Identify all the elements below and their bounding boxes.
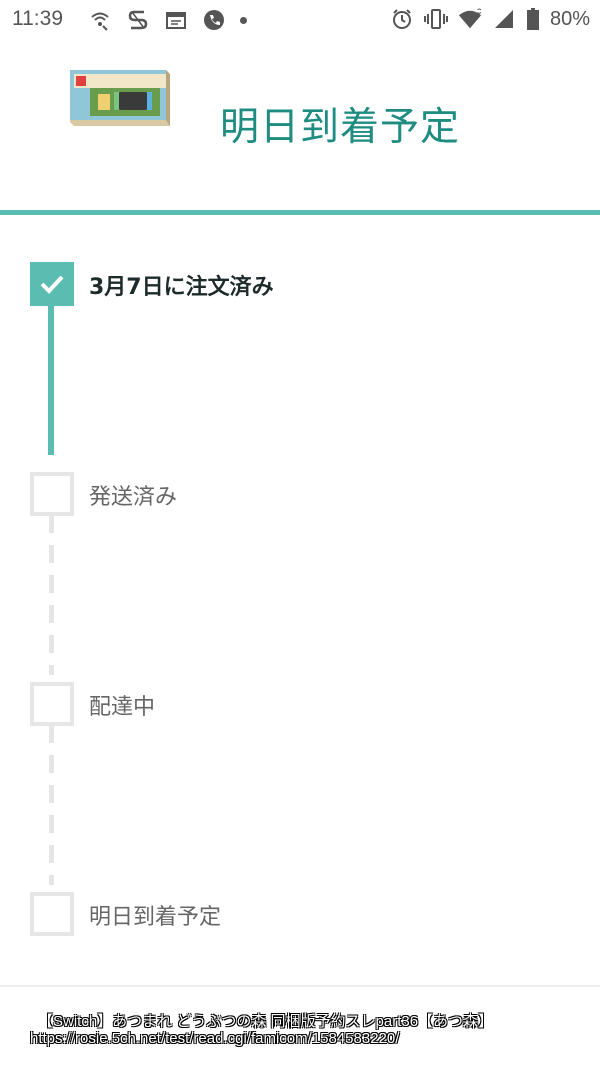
step-checkbox-checked <box>30 262 74 306</box>
delivery-estimate-title: 明日到着予定 <box>220 105 461 150</box>
step-checkbox-empty <box>30 472 74 516</box>
s-app-icon <box>126 8 150 32</box>
calendar-icon <box>164 8 188 32</box>
order-header: 明日到着予定 <box>0 42 600 210</box>
step-label: 明日到着予定 <box>89 905 222 930</box>
wifi-icon <box>458 7 482 31</box>
vibrate-icon <box>423 7 448 31</box>
status-left-icons <box>88 8 247 32</box>
notification-dot <box>240 16 247 24</box>
timeline-step-arriving: 明日到着予定 <box>30 892 590 936</box>
checkmark-icon <box>40 275 64 294</box>
timeline-step-ordered: 3月7日に注文済み <box>30 262 590 306</box>
caption-thread-title: 【Switch】あつまれ どうぶつの森 同梱版予約スレpart36【あつ森】 <box>38 1013 494 1030</box>
phone-icon <box>202 8 226 32</box>
status-right-icons: 80% <box>390 7 590 31</box>
step-label: 3月7日に注文済み <box>89 275 274 300</box>
progress-line-pending <box>49 515 54 675</box>
step-label: 発送済み <box>89 485 178 510</box>
status-bar: 11:39 80% <box>0 0 600 42</box>
step-label: 配達中 <box>89 695 156 720</box>
battery-percent: 80% <box>549 7 590 30</box>
timeline-step-shipped: 発送済み <box>30 472 590 516</box>
battery-icon <box>526 7 540 31</box>
step-checkbox-empty <box>30 682 74 726</box>
step-checkbox-empty <box>30 892 74 936</box>
progress-line-pending <box>49 725 54 885</box>
wifi-call-icon <box>88 8 112 32</box>
status-time: 11:39 <box>12 7 63 30</box>
signal-icon <box>492 7 516 31</box>
order-timeline: 3月7日に注文済み 発送済み 配達中 明日到着予定 <box>0 215 600 985</box>
product-box-image[interactable] <box>62 66 172 130</box>
footer-divider <box>0 985 600 987</box>
caption-thread-url: https://rosie.5ch.net/test/read.cgi/fami… <box>30 1030 400 1047</box>
alarm-icon <box>390 7 414 31</box>
timeline-step-in-transit: 配達中 <box>30 682 590 726</box>
progress-line-completed <box>48 305 54 455</box>
